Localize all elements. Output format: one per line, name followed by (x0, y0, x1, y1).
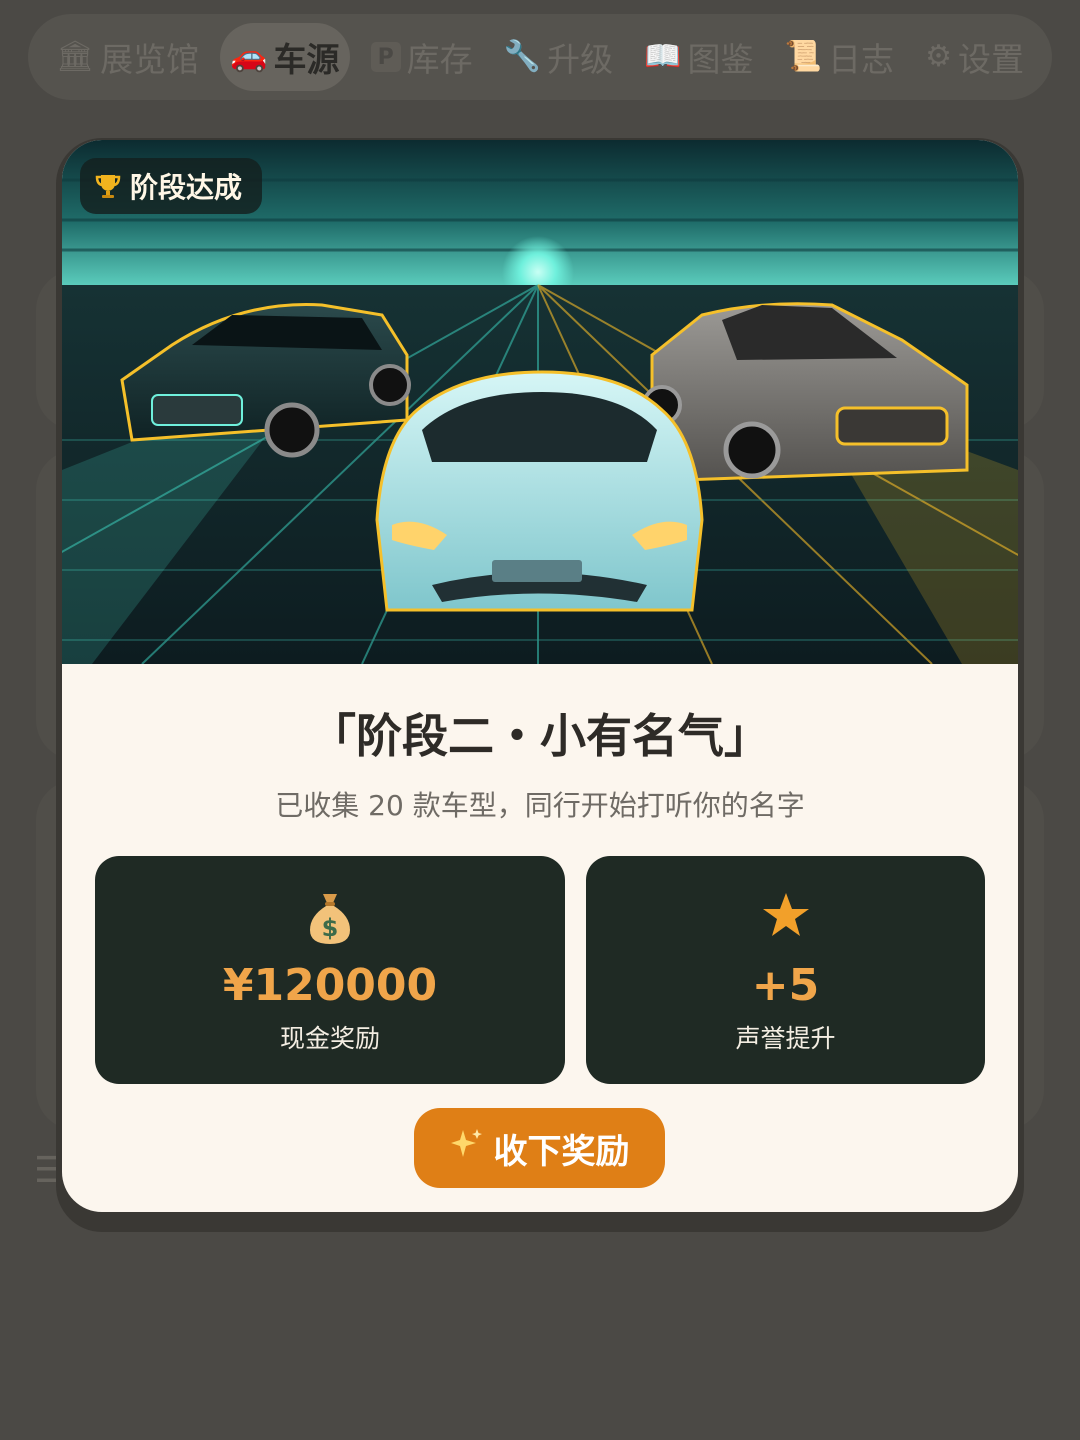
book-icon: 📖 (644, 39, 682, 74)
cash-reward-label: 现金奖励 (279, 1024, 380, 1053)
museum-icon: 🏛 (56, 39, 95, 74)
top-navigation: 🏛 展览馆 🚗 车源 P 库存 🔧 升级 📖 图鉴 📜 日志 ⚙ 设置 (28, 14, 1052, 100)
nav-tab-label: 库存 (406, 40, 473, 79)
collect-reward-button[interactable]: 收下奖励 (414, 1108, 665, 1188)
nav-tab-car-source[interactable]: 🚗 车源 (220, 23, 350, 91)
reputation-reward-card: +5 声誉提升 (586, 856, 985, 1084)
money-bag-icon: $ (306, 890, 354, 946)
sparkles-icon (450, 1127, 484, 1170)
modal-title: 「阶段二・小有名气」 (310, 709, 770, 763)
nav-tab-exhibition[interactable]: 🏛 展览馆 (46, 23, 209, 91)
car-icon: 🚗 (230, 39, 268, 74)
nav-tab-inventory[interactable]: P 库存 (361, 23, 483, 91)
nav-tab-log[interactable]: 📜 日志 (775, 23, 904, 91)
neon-cars-illustration (62, 140, 1018, 664)
reputation-reward-label: 声誉提升 (735, 1024, 836, 1053)
nav-tab-label: 设置 (958, 40, 1024, 79)
nav-tab-settings[interactable]: ⚙ 设置 (915, 23, 1034, 91)
stage-achievement-modal: 阶段达成 「阶段二・小有名气」 已收集 20 款车型，同行开始打听你的名字 $ … (62, 140, 1018, 1212)
gear-icon: ⚙ (925, 39, 952, 74)
nav-tab-label: 日志 (828, 40, 894, 79)
scroll-icon: 📜 (784, 39, 822, 74)
nav-tab-label: 展览馆 (100, 40, 200, 79)
svg-text:$: $ (322, 914, 339, 942)
modal-subtitle: 已收集 20 款车型，同行开始打听你的名字 (275, 789, 805, 822)
wrench-icon: 🔧 (503, 39, 542, 74)
star-icon (761, 890, 811, 946)
cash-reward-value: ¥120000 (222, 960, 438, 1011)
nav-tab-catalog[interactable]: 📖 图鉴 (634, 23, 763, 91)
trophy-icon (94, 172, 122, 200)
nav-tab-upgrade[interactable]: 🔧 升级 (494, 23, 623, 91)
nav-tab-label: 车源 (273, 40, 340, 79)
collect-reward-label: 收下奖励 (493, 1131, 630, 1172)
cash-reward-card: $ ¥120000 现金奖励 (95, 856, 565, 1084)
nav-tab-label: 图鉴 (687, 40, 754, 79)
nav-tab-label: 升级 (547, 40, 614, 79)
parking-icon: P (370, 42, 401, 72)
badge-label: 阶段达成 (130, 171, 243, 204)
reputation-reward-value: +5 (751, 960, 820, 1011)
hero-illustration: 阶段达成 (62, 140, 1018, 664)
stage-complete-badge: 阶段达成 (80, 158, 263, 214)
